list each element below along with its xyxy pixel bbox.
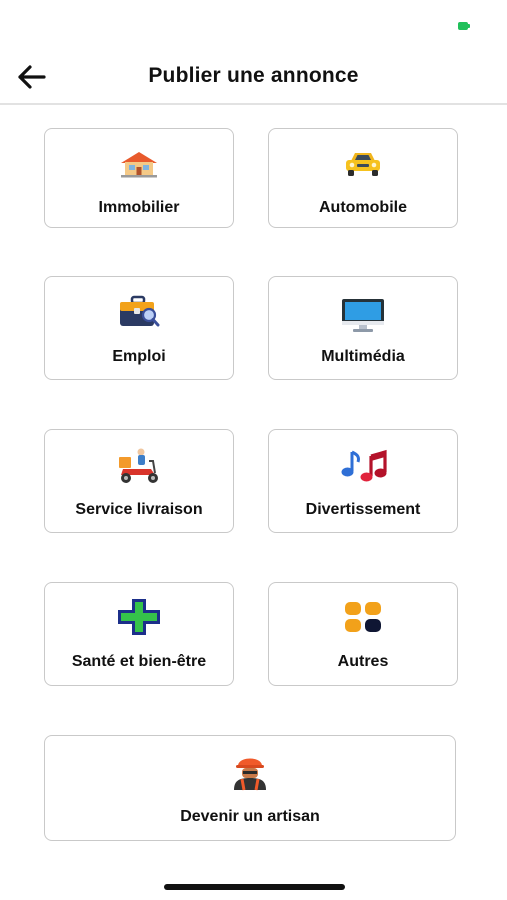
category-card-sante[interactable]: Santé et bien-être (44, 582, 234, 686)
category-label: Automobile (319, 199, 407, 216)
home-indicator[interactable] (164, 884, 345, 890)
category-label: Devenir un artisan (180, 808, 320, 825)
category-label: Divertissement (305, 501, 421, 518)
category-card-autres[interactable]: Autres (268, 582, 458, 686)
category-card-immobilier[interactable]: Immobilier (44, 128, 234, 228)
car-icon (346, 153, 380, 176)
category-label: Service livraison (75, 501, 203, 518)
category-label: Multimédia (321, 348, 405, 365)
monitor-icon (342, 299, 384, 332)
music-notes-icon (341, 449, 387, 482)
page-title: Publier une annonce (148, 64, 359, 87)
header-divider (0, 103, 507, 105)
category-label: Autres (337, 653, 389, 670)
category-card-multimedia[interactable]: Multimédia (268, 276, 458, 380)
category-label: Emploi (112, 348, 166, 365)
category-card-devenir-artisan[interactable]: Devenir un artisan (44, 735, 456, 841)
battery-icon (458, 22, 470, 30)
worker-icon (234, 758, 266, 791)
house-icon (121, 152, 157, 178)
category-card-divertissement[interactable]: Divertissement (268, 429, 458, 533)
category-label: Santé et bien-être (71, 653, 207, 670)
briefcase-icon (120, 295, 160, 327)
medical-cross-icon (118, 599, 160, 635)
category-card-emploi[interactable]: Emploi (44, 276, 234, 380)
header: Publier une annonce (0, 50, 507, 104)
delivery-scooter-icon (119, 448, 158, 483)
status-bar (0, 0, 507, 50)
category-label: Immobilier (98, 199, 180, 216)
grid-apps-icon (345, 602, 381, 632)
category-card-automobile[interactable]: Automobile (268, 128, 458, 228)
category-card-service-livraison[interactable]: Service livraison (44, 429, 234, 533)
